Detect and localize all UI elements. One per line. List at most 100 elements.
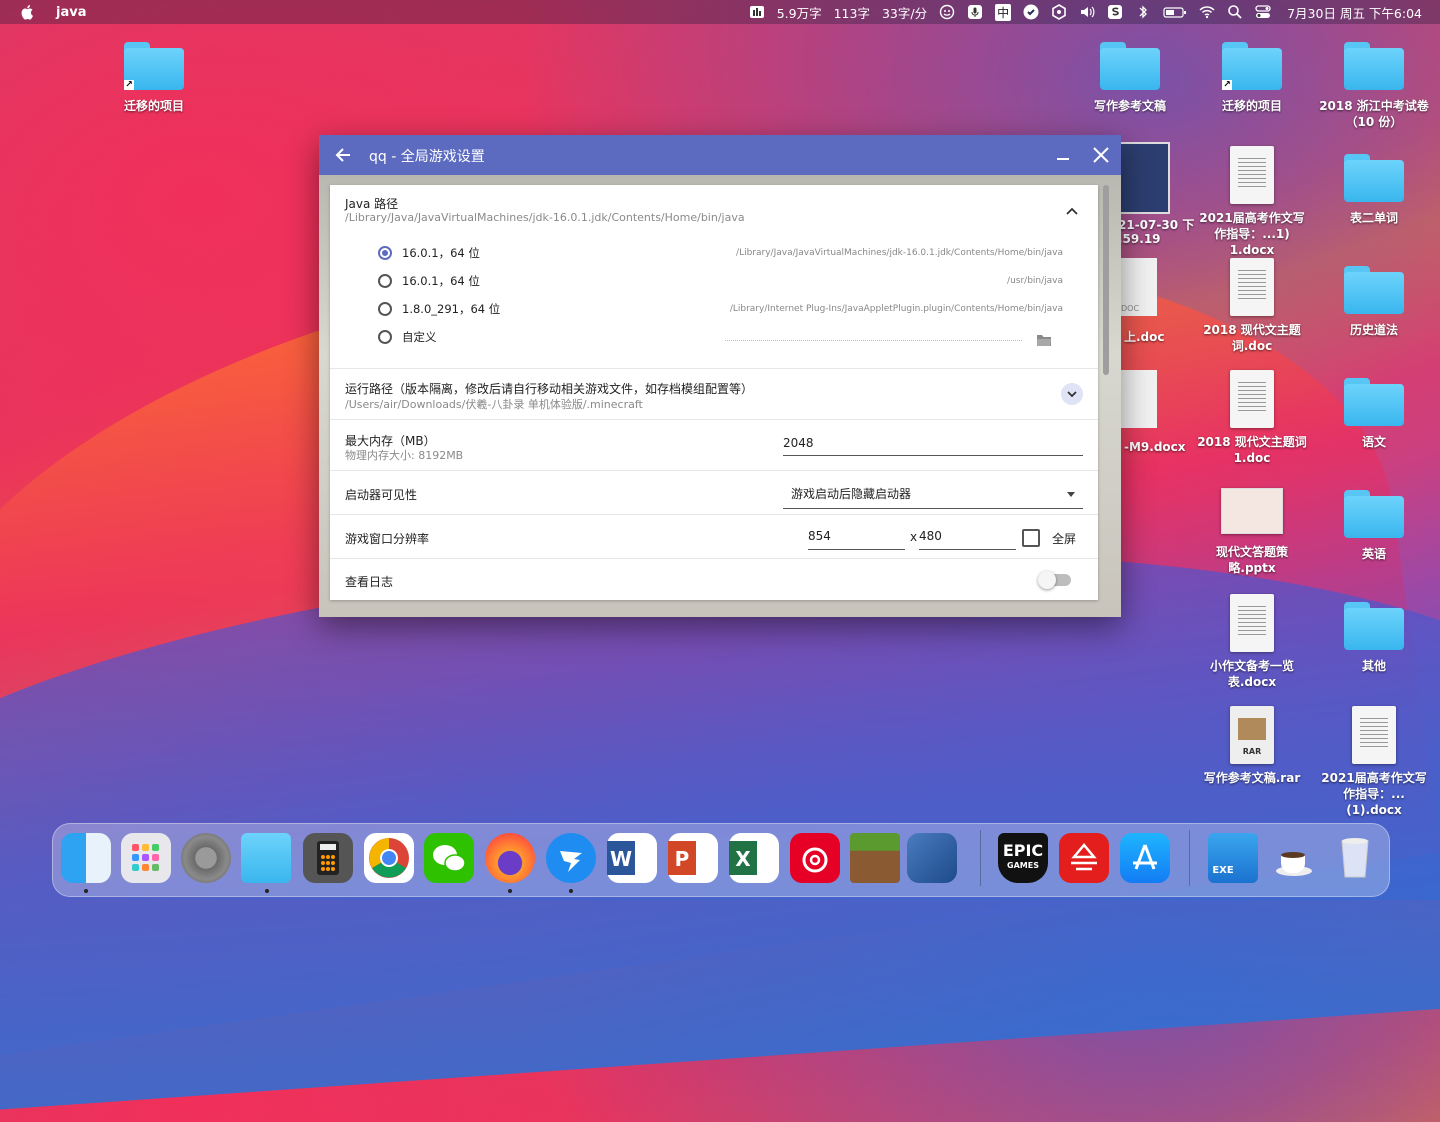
back-arrow-icon[interactable] (333, 145, 353, 165)
volume-icon[interactable] (1079, 4, 1095, 20)
finder-icon[interactable] (61, 833, 111, 883)
huawei-icon[interactable] (1059, 833, 1109, 883)
virtualbox-icon[interactable] (907, 833, 957, 883)
fullscreen-checkbox[interactable] (1022, 529, 1040, 547)
word-count-icon[interactable] (749, 4, 765, 20)
folder-icon[interactable] (241, 833, 291, 883)
folder-icon (1344, 378, 1404, 426)
firefox-icon[interactable] (485, 833, 535, 883)
word-icon[interactable]: W (607, 833, 657, 883)
search-icon[interactable] (1227, 4, 1243, 20)
folder-open-icon[interactable] (1036, 333, 1052, 347)
microphone-icon[interactable] (967, 4, 983, 20)
chrome-icon[interactable] (364, 833, 414, 883)
calculator-icon[interactable] (303, 833, 353, 883)
desktop-presentation[interactable]: 现代文答题策略.pptx (1197, 482, 1307, 576)
memory-section: 最大内存（MB） 物理内存大小: 8192MB 2048 (330, 420, 1098, 471)
radio-unselected[interactable] (378, 274, 392, 288)
dropdown-arrow-icon[interactable] (1067, 492, 1075, 497)
desktop-document[interactable]: 小作文备考一览表.docx (1197, 594, 1307, 690)
coffee-cup-icon[interactable] (1269, 833, 1319, 883)
run-path-title: 运行路径（版本隔离，修改后请自行移动相关游戏文件，如存档模组配置等） (345, 382, 754, 396)
apple-menu-icon[interactable] (20, 4, 36, 20)
java-option[interactable]: 自定义 (378, 327, 437, 347)
system-preferences-icon[interactable] (181, 833, 231, 883)
desktop-folder[interactable]: 写作参考文稿 (1075, 42, 1185, 114)
minimize-icon[interactable] (1053, 145, 1073, 165)
log-toggle-knob[interactable] (1038, 571, 1056, 589)
expand-run-path-button[interactable] (1061, 383, 1083, 405)
document-icon (1230, 370, 1274, 428)
hexagon-icon[interactable] (1051, 4, 1067, 20)
app-store-icon[interactable] (1120, 833, 1170, 883)
trash-icon[interactable] (1330, 833, 1380, 883)
java-option[interactable]: 16.0.1，64 位 (378, 271, 480, 291)
desktop-folder[interactable]: 历史道法 (1319, 266, 1429, 338)
netease-music-icon[interactable] (790, 833, 840, 883)
desktop-document[interactable]: 2018 现代文主题词 1.doc (1197, 370, 1307, 466)
chevron-up-icon[interactable] (1063, 203, 1081, 221)
typing-speed: 33字/分 (881, 5, 928, 21)
desktop-document[interactable]: 2021届高考作文写作指导：...(1).docx (1319, 706, 1429, 818)
desktop-folder[interactable]: 英语 (1319, 490, 1429, 562)
radio-unselected[interactable] (378, 330, 392, 344)
java-option-label: 自定义 (402, 330, 437, 344)
desktop-document[interactable]: 2021届高考作文写作指导：...1) 1.docx (1197, 146, 1307, 258)
custom-java-path-input[interactable] (725, 340, 1022, 341)
desktop-archive[interactable]: RAR 写作参考文稿.rar (1197, 706, 1307, 786)
desktop-folder[interactable]: 其他 (1319, 602, 1429, 674)
max-memory-input[interactable]: 2048 (783, 436, 1083, 456)
input-method-indicator[interactable]: 中 (995, 3, 1012, 21)
desktop-folder[interactable]: 语文 (1319, 378, 1429, 450)
document-icon[interactable] (1115, 370, 1157, 428)
java-option[interactable]: 1.8.0_291，64 位 (378, 299, 500, 319)
clock[interactable]: 7月30日 周五 下午6:04 (1287, 3, 1422, 22)
radio-unselected[interactable] (378, 302, 392, 316)
dock-separator (1189, 830, 1190, 886)
desktop-item-label: 写作参考文稿.rar (1203, 771, 1301, 785)
resolution-width-input[interactable]: 854 (808, 529, 905, 550)
running-indicator (508, 889, 512, 893)
radio-selected[interactable] (378, 246, 392, 260)
epic-games-icon[interactable]: EPIC GAMES (998, 833, 1048, 883)
java-option[interactable]: 16.0.1，64 位 (378, 243, 480, 263)
java-path-current: /Library/Java/JavaVirtualMachines/jdk-16… (345, 211, 745, 224)
launchpad-icon[interactable] (121, 833, 171, 883)
active-app-name[interactable]: java (56, 5, 86, 20)
desktop-folder[interactable]: 2018 浙江中考试卷（10 份） (1319, 42, 1429, 130)
shield-check-icon[interactable] (1023, 4, 1039, 20)
excel-icon[interactable]: X (729, 833, 779, 883)
scrollbar-thumb[interactable] (1103, 185, 1109, 375)
control-center-icon[interactable] (1255, 4, 1271, 20)
wifi-icon[interactable] (1199, 4, 1215, 20)
powerpoint-icon[interactable]: P (668, 833, 718, 883)
desktop-item-label: 写作参考文稿 (1093, 99, 1166, 113)
run-path-value: /Users/air/Downloads/伏羲-八卦录 单机体验版/.minec… (345, 398, 643, 411)
running-indicator (265, 889, 269, 893)
desktop-item-label: 21-07-30 下 (1118, 218, 1195, 232)
desktop-item-label: 小作文备考一览表.docx (1209, 659, 1294, 689)
exe-file-icon[interactable]: EXE (1208, 833, 1258, 883)
wechat-icon[interactable] (424, 833, 474, 883)
smiley-icon[interactable] (939, 4, 955, 20)
running-indicator (569, 889, 573, 893)
dingtalk-icon[interactable] (546, 833, 596, 883)
window-titlebar[interactable]: qq - 全局游戏设置 (319, 135, 1121, 175)
desktop-folder[interactable]: ↗ 迁移的项目 (99, 42, 209, 114)
settings-card: Java 路径 /Library/Java/JavaVirtualMachine… (330, 185, 1098, 600)
desktop-item-label: 历史道法 (1349, 323, 1398, 337)
bluetooth-icon[interactable] (1135, 4, 1151, 20)
desktop-folder[interactable]: 表二单词 (1319, 154, 1429, 226)
close-icon[interactable] (1091, 145, 1111, 165)
resolution-separator: x (910, 530, 918, 544)
battery-icon[interactable] (1163, 4, 1187, 20)
desktop-folder[interactable]: ↗ 迁移的项目 (1197, 42, 1307, 114)
desktop-document[interactable]: 2018 现代文主题词.doc (1197, 258, 1307, 354)
resolution-height-input[interactable]: 480 (919, 529, 1016, 550)
desktop-item-label: 迁移的项目 (123, 99, 184, 113)
game-settings-window: qq - 全局游戏设置 Java 路径 /Library/Java/JavaVi… (319, 135, 1121, 617)
launcher-visibility-select[interactable]: 游戏启动后隐藏启动器 (783, 485, 1083, 509)
app-s-icon[interactable] (1107, 4, 1123, 20)
folder-icon (1344, 42, 1404, 90)
minecraft-icon[interactable] (850, 833, 900, 883)
